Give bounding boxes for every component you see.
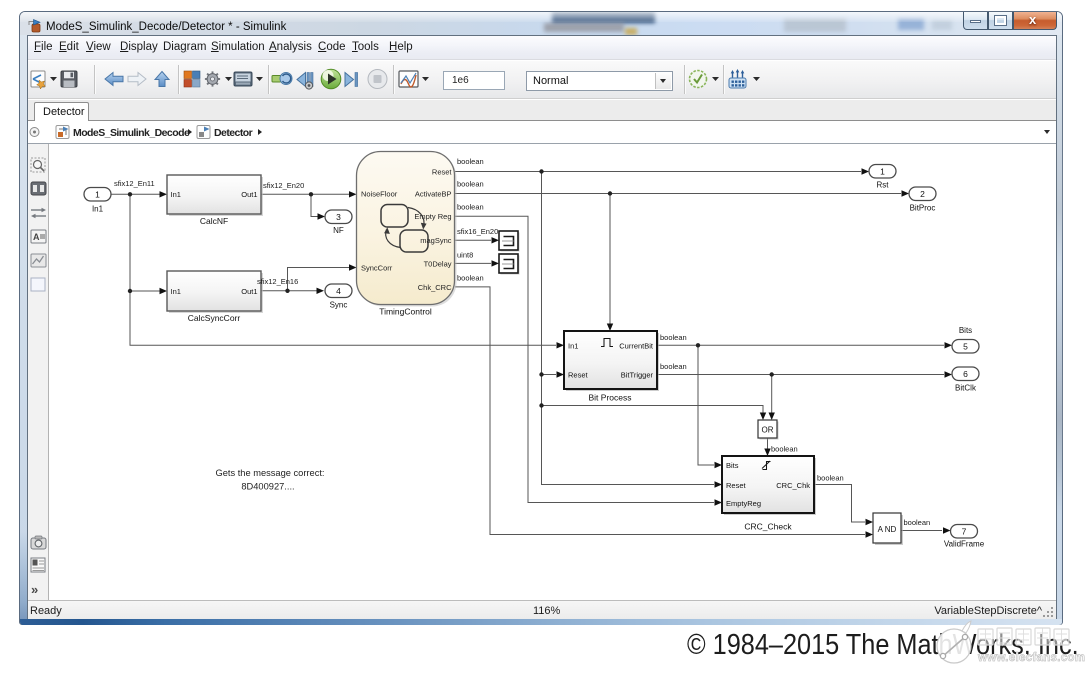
svg-text:www.elecfans.com: www.elecfans.com — [977, 652, 1085, 664]
svg-text:»: » — [31, 582, 38, 597]
svg-text:A: A — [33, 232, 40, 242]
